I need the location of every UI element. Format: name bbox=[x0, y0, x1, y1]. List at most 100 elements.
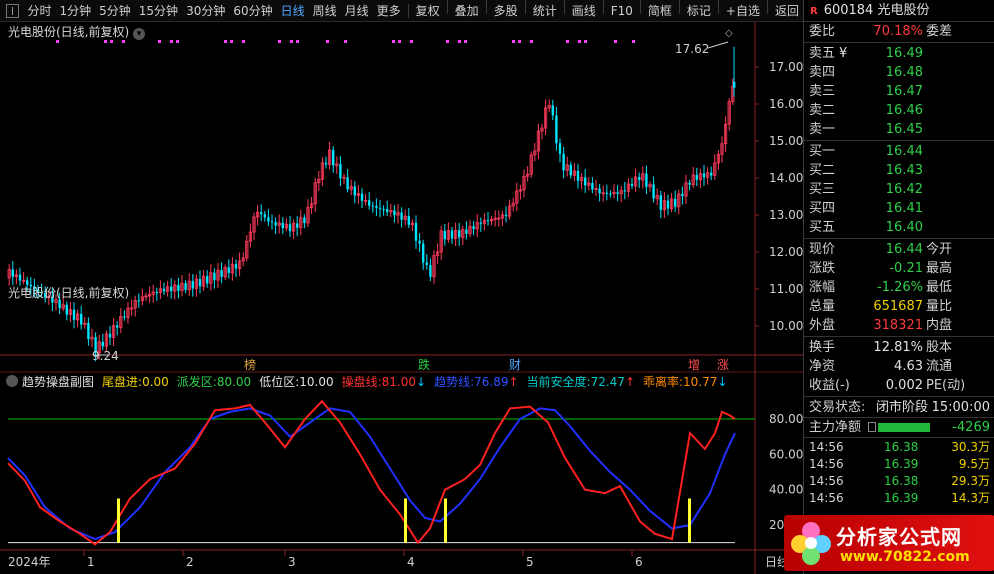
candle-body bbox=[591, 183, 594, 190]
order-book-label: 买五 bbox=[809, 220, 836, 235]
watermark-logo: 分析家公式网 www.70822.com bbox=[784, 515, 994, 571]
candle-body bbox=[414, 223, 418, 241]
trade-price: 16.39 bbox=[884, 457, 919, 471]
tool-button-5[interactable]: F10 bbox=[607, 0, 637, 22]
period-tab-8[interactable]: 月线 bbox=[341, 0, 373, 22]
candle-body bbox=[666, 200, 670, 209]
candle-body bbox=[234, 264, 238, 269]
net-flow-label: 主力净额 bbox=[809, 420, 862, 435]
period-tab-1[interactable]: 1分钟 bbox=[56, 0, 96, 22]
event-tag[interactable]: 涨 bbox=[717, 357, 729, 372]
month-label: 6 bbox=[635, 555, 643, 569]
period-tab-0[interactable]: 分时 bbox=[23, 0, 55, 22]
order-book-row[interactable]: 买三 16.42 bbox=[804, 180, 994, 199]
stat-value: 0.002 bbox=[885, 378, 923, 393]
order-book-label: 卖三 bbox=[809, 84, 836, 99]
quote-label: 总量 bbox=[809, 299, 836, 314]
indicator-settings-icon[interactable] bbox=[6, 375, 18, 387]
net-flow-row[interactable]: 主力净额 -4269 bbox=[804, 417, 994, 436]
tool-button-7[interactable]: 标记 bbox=[683, 0, 715, 22]
signal-dot bbox=[176, 40, 179, 43]
event-tag[interactable]: 跌 bbox=[418, 357, 430, 372]
candle-body bbox=[281, 222, 284, 229]
indicator-axis-label: 40.00 bbox=[769, 483, 803, 497]
toolbar-divider bbox=[446, 0, 448, 14]
signal-dot bbox=[512, 40, 515, 43]
stock-name: 光电股份 bbox=[877, 3, 930, 18]
low-price-label: 9.24 bbox=[92, 349, 119, 363]
candle-body bbox=[681, 193, 684, 197]
tick-trade-row: 14:56 16.39 9.5万 bbox=[804, 456, 994, 473]
price-axis-label: 13.00 bbox=[769, 208, 803, 222]
tool-button-8[interactable]: +自选 bbox=[722, 0, 764, 22]
quote-panel: R 600184 光电股份 委比 70.18% 委差 卖五 ¥16.49 卖四 16.4… bbox=[784, 0, 994, 574]
candle-body bbox=[733, 81, 736, 88]
tool-button-0[interactable]: 复权 bbox=[412, 0, 444, 22]
toolbar-divider bbox=[563, 0, 565, 14]
tool-button-9[interactable]: 返回 bbox=[771, 0, 803, 22]
period-tab-9[interactable]: 更多 bbox=[373, 0, 405, 22]
tool-button-4[interactable]: 画线 bbox=[568, 0, 600, 22]
candle-body bbox=[630, 183, 634, 187]
order-book-row[interactable]: 买一 16.44 bbox=[804, 142, 994, 161]
quote-label: 外盘 bbox=[809, 318, 836, 333]
order-book-row[interactable]: 买五 16.40 bbox=[804, 218, 994, 237]
order-book-row[interactable]: 卖一 16.45 bbox=[804, 120, 994, 139]
order-book-row[interactable]: 卖三 16.47 bbox=[804, 82, 994, 101]
order-book-row[interactable]: 买二 16.43 bbox=[804, 161, 994, 180]
tick-trades[interactable]: 14:56 16.38 30.3万 14:56 16.39 9.5万 14:56 16.38 2… bbox=[804, 439, 994, 507]
event-tag[interactable]: 财 bbox=[509, 358, 521, 372]
tool-button-2[interactable]: 多股 bbox=[490, 0, 522, 22]
tool-button-3[interactable]: 统计 bbox=[529, 0, 561, 22]
order-book-row[interactable]: 卖五 ¥16.49 bbox=[804, 44, 994, 63]
high-price-label: 17.62 bbox=[675, 42, 709, 56]
event-tag[interactable]: 榜 bbox=[244, 357, 256, 372]
signal-dot bbox=[326, 40, 329, 43]
candle-body bbox=[155, 292, 158, 294]
candle-body bbox=[332, 150, 335, 166]
margin-badge: R bbox=[810, 6, 818, 17]
candle-body bbox=[472, 226, 475, 229]
watermark-title: 分析家公式网 bbox=[836, 525, 962, 549]
quote-value: 651687 bbox=[873, 299, 923, 314]
order-book-price: 16.46 bbox=[885, 103, 923, 118]
order-book-price: 16.43 bbox=[885, 163, 923, 178]
period-tab-6[interactable]: 日线 bbox=[277, 0, 309, 22]
candle-body bbox=[418, 240, 421, 244]
indicator-name[interactable]: 趋势操盘副图 bbox=[22, 373, 94, 390]
period-tab-5[interactable]: 60分钟 bbox=[229, 0, 276, 22]
period-tab-7[interactable]: 周线 bbox=[309, 0, 341, 22]
tool-button-1[interactable]: 叠加 bbox=[451, 0, 483, 22]
order-book-row[interactable]: 买四 16.41 bbox=[804, 199, 994, 218]
trade-status-value: 闭市阶段 bbox=[876, 400, 929, 415]
kline-chart-area[interactable]: 17.00 16.00 15.00 14.00 13.00 12.00 11.00 10.00… bbox=[0, 22, 803, 574]
list-icon[interactable] bbox=[868, 422, 876, 432]
order-book-label: 买一 bbox=[809, 144, 836, 159]
trade-volume: 30.3万 bbox=[951, 440, 990, 454]
period-tab-4[interactable]: 30分钟 bbox=[182, 0, 229, 22]
period-tab-3[interactable]: 15分钟 bbox=[135, 0, 182, 22]
layout-toggle-icon[interactable] bbox=[6, 3, 20, 18]
quote-row: 现价 16.44 今开 bbox=[804, 240, 994, 259]
indicator-item-label: 操盘线: bbox=[341, 374, 382, 389]
order-book-row[interactable]: 卖二 16.46 bbox=[804, 101, 994, 120]
trade-price: 16.39 bbox=[884, 491, 919, 505]
chevron-down-icon[interactable]: ▾ bbox=[133, 28, 146, 40]
trade-status-time: 15:00:00 bbox=[931, 400, 990, 415]
tool-button-6[interactable]: 简框 bbox=[644, 0, 676, 22]
candle-body bbox=[598, 188, 601, 194]
price-axis-label: 15.00 bbox=[769, 134, 803, 148]
stock-header[interactable]: R 600184 光电股份 bbox=[804, 0, 994, 22]
indicator-item: 派发区:80.00 bbox=[177, 373, 251, 390]
quote-value: 16.44 bbox=[885, 242, 923, 257]
order-book-label: 买三 bbox=[809, 182, 836, 197]
candle-body bbox=[702, 173, 706, 178]
stat-row: 净资 4.63 流通 bbox=[804, 357, 994, 376]
period-tab-2[interactable]: 5分钟 bbox=[95, 0, 135, 22]
event-tag[interactable]: 增 bbox=[688, 358, 700, 372]
trend-arrow-icon: ↓ bbox=[717, 374, 728, 389]
candle-body bbox=[72, 309, 76, 320]
order-book-row[interactable]: 卖四 16.48 bbox=[804, 63, 994, 82]
candle-body bbox=[443, 230, 446, 240]
quote-row: 总量 651687 量比 bbox=[804, 297, 994, 316]
